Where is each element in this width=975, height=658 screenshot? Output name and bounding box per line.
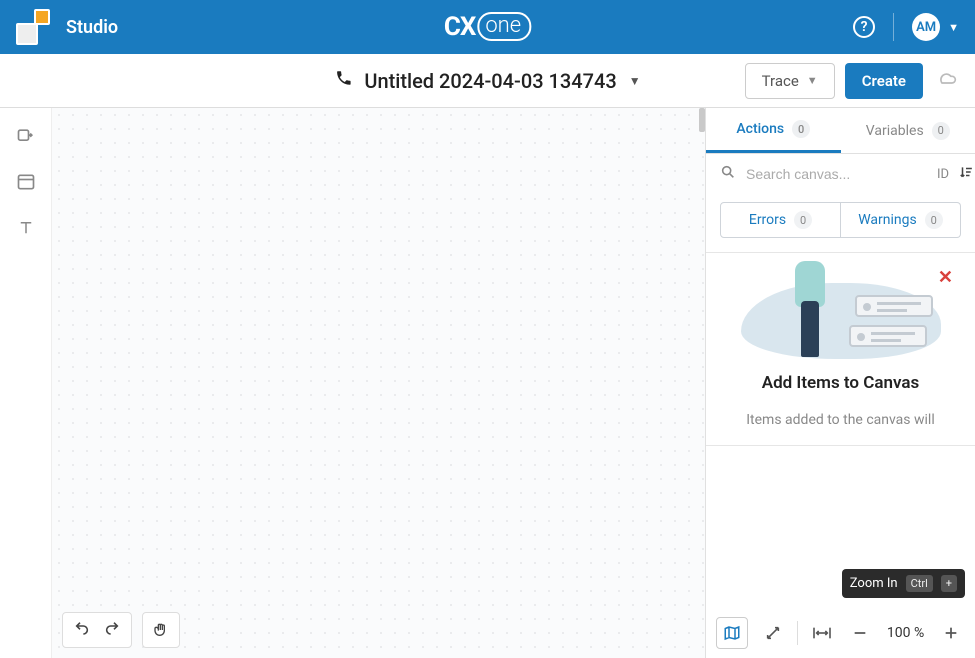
zoom-in-button[interactable] (937, 618, 965, 648)
container-tool-button[interactable] (12, 168, 40, 196)
user-menu-button[interactable]: AM ▼ (912, 13, 959, 41)
warnings-label: Warnings (858, 212, 917, 228)
kbd-ctrl: Ctrl (906, 575, 933, 592)
trace-button[interactable]: Trace ▼ (745, 63, 835, 99)
app-logo-icon (16, 9, 52, 45)
brand-logo: CX one (444, 12, 531, 42)
zoom-out-button[interactable] (846, 618, 874, 648)
panel-tabs: Actions 0 Variables 0 (706, 108, 975, 154)
undo-redo-group (62, 612, 132, 648)
tab-actions-count: 0 (792, 120, 810, 138)
minimap-button[interactable] (716, 617, 748, 649)
warnings-count: 0 (925, 211, 943, 229)
help-button[interactable]: ? (853, 16, 875, 38)
zoom-in-tooltip: Zoom In Ctrl + (842, 569, 965, 598)
zoom-toolbar: 100 % (706, 608, 975, 658)
pan-tool-button[interactable] (142, 612, 180, 648)
empty-illustration (741, 255, 941, 359)
action-tool-button[interactable] (12, 122, 40, 150)
redo-button[interactable] (104, 620, 120, 640)
errors-button[interactable]: Errors 0 (720, 202, 841, 238)
chevron-down-icon: ▼ (807, 74, 818, 87)
cloud-sync-icon[interactable] (937, 68, 957, 93)
tab-actions-label: Actions (736, 121, 784, 137)
fullscreen-button[interactable] (758, 618, 786, 648)
create-button[interactable]: Create (845, 63, 923, 99)
canvas-grid (52, 108, 705, 658)
app-header: Studio CX one ? AM ▼ (0, 0, 975, 54)
empty-state: ✕ Add Items to Canvas Items added to the… (706, 253, 975, 446)
tooltip-label: Zoom In (850, 576, 898, 591)
app-title: Studio (66, 17, 118, 38)
errors-warnings-group: Errors 0 Warnings 0 (706, 194, 975, 253)
document-toolbar: Untitled 2024-04-03 134743 ▼ Trace ▼ Cre… (0, 54, 975, 108)
divider (893, 13, 894, 41)
chevron-down-icon: ▼ (948, 21, 959, 34)
warnings-button[interactable]: Warnings 0 (841, 202, 961, 238)
create-label: Create (862, 72, 906, 90)
fit-width-button[interactable] (808, 618, 836, 648)
phone-icon (334, 69, 352, 92)
properties-panel: Actions 0 Variables 0 ID Errors 0 (705, 108, 975, 658)
empty-title: Add Items to Canvas (718, 373, 963, 393)
brand-cx: CX (444, 12, 476, 42)
document-title: Untitled 2024-04-03 134743 (364, 69, 616, 93)
search-icon (720, 164, 736, 184)
tab-actions[interactable]: Actions 0 (706, 108, 841, 153)
chevron-down-icon[interactable]: ▼ (629, 74, 641, 88)
kbd-plus: + (941, 575, 957, 592)
undo-button[interactable] (74, 620, 90, 640)
text-tool-button[interactable] (12, 214, 40, 242)
search-row: ID (706, 154, 975, 194)
tab-variables-count: 0 (932, 122, 950, 140)
divider (797, 621, 798, 645)
left-tool-strip (0, 108, 52, 658)
document-title-group[interactable]: Untitled 2024-04-03 134743 ▼ (334, 69, 640, 93)
avatar: AM (912, 13, 940, 41)
sort-id-label: ID (937, 167, 949, 182)
tab-variables-label: Variables (866, 123, 924, 139)
canvas-area[interactable] (52, 108, 705, 658)
errors-label: Errors (749, 212, 786, 228)
sort-button[interactable] (959, 165, 973, 183)
tab-variables[interactable]: Variables 0 (841, 108, 975, 153)
errors-count: 0 (794, 211, 812, 229)
zoom-level: 100 % (885, 625, 927, 641)
brand-one: one (477, 12, 531, 41)
search-input[interactable] (746, 166, 927, 182)
empty-description: Items added to the canvas will (718, 411, 963, 431)
trace-label: Trace (762, 72, 799, 90)
